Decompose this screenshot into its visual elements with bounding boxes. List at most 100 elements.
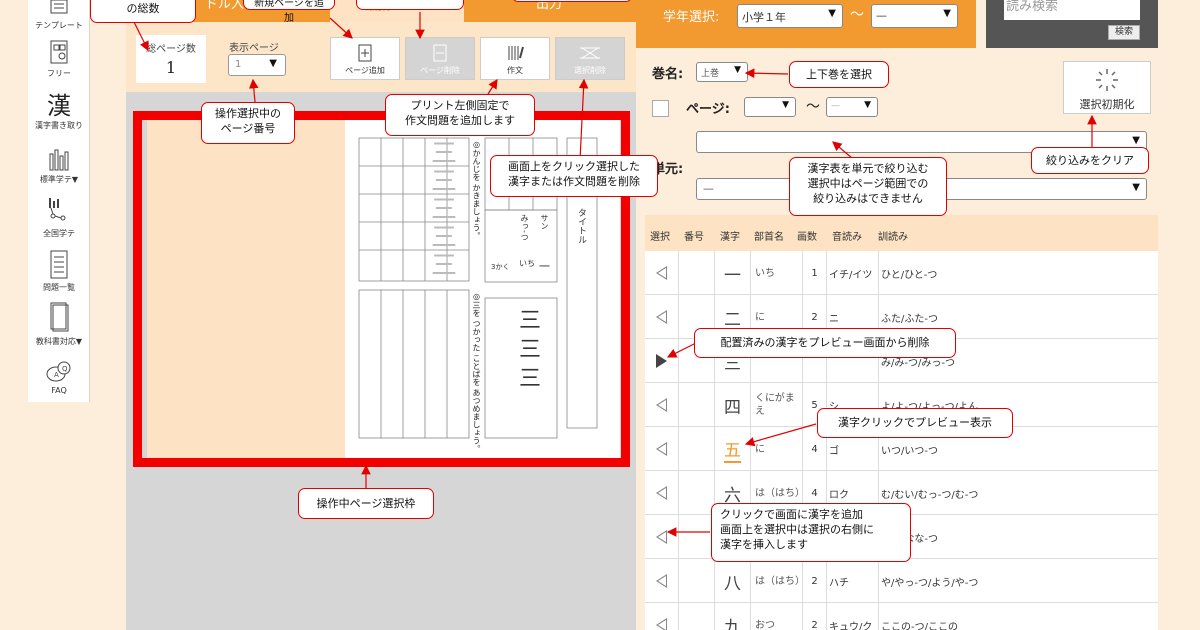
callout-page-frame: 操作中ページ選択枠 [298, 488, 434, 519]
volume-select[interactable]: 上巻 ▼ [696, 62, 748, 82]
chevron-down-icon: ▼ [1132, 135, 1140, 146]
number-cell [679, 603, 715, 630]
add-page-icon [358, 44, 372, 62]
sidebar-item-standard-test[interactable]: 標準学テ▼ [28, 146, 90, 185]
select-cell[interactable] [645, 251, 679, 295]
header-on-reading: 音読み [832, 232, 862, 243]
radical-cell: に [751, 427, 803, 471]
sidebar-item-label: 問題一覧 [43, 283, 75, 292]
select-cell[interactable] [645, 559, 679, 603]
sidebar-item-problem-list[interactable]: 問題一覧 [28, 250, 90, 293]
add-kanji-icon[interactable] [656, 266, 667, 280]
callout-edit-blank [356, 0, 464, 10]
sidebar-item-national-test[interactable]: 全国学テ [28, 196, 90, 239]
radical-cell: くにがまえ [751, 383, 803, 427]
grade-range-tilde: 〜 [850, 7, 864, 23]
page-range-checkbox[interactable] [652, 100, 669, 117]
callout-current-page: 操作選択中の ページ番号 [201, 102, 295, 144]
header-kanji: 漢字 [720, 232, 740, 243]
kanji-glyph[interactable]: 一 [724, 261, 741, 286]
kanji-glyph[interactable]: 九 [724, 613, 741, 630]
search-button[interactable]: 検索 [1108, 25, 1140, 40]
select-cell[interactable] [645, 383, 679, 427]
unit-value: — [703, 182, 714, 195]
kanji-cell[interactable]: 一 [715, 251, 751, 295]
page-from-select[interactable]: ▼ [744, 97, 796, 117]
add-page-button[interactable]: ページ追加 [330, 37, 400, 80]
table-row[interactable]: 一いち 1 イチ/イツ ひと/ひと-つ [645, 251, 1158, 295]
callout-clear-selection: 画面上をクリック選択した 漢字または作文問題を削除 [490, 155, 658, 197]
add-kanji-icon[interactable] [656, 530, 667, 544]
callout-unit-filter: 漢字表を単元で絞り込む 選択中はページ範囲での 絞り込みはできません [789, 157, 947, 216]
sidebar-item-label: 漢字書き取り [35, 121, 83, 130]
add-kanji-icon[interactable] [656, 574, 667, 588]
grade-to-select[interactable]: — ▼ [871, 4, 958, 28]
select-cell[interactable] [645, 515, 679, 559]
clear-selection-label: 選択削除 [574, 66, 606, 75]
page-to-select[interactable]: — ▼ [826, 97, 878, 117]
number-cell [679, 515, 715, 559]
left-margin [0, 0, 28, 630]
kanji-glyph[interactable]: 五 [724, 436, 741, 463]
sidebar-item-label: FAQ [51, 386, 67, 395]
display-page-select[interactable]: 1 ▼ [228, 54, 286, 76]
add-kanji-icon[interactable] [656, 398, 667, 412]
clear-selection-button[interactable]: 選択削除 [555, 37, 625, 80]
chart-line-icon [49, 198, 66, 221]
table-row[interactable]: 八は（はち） 2 ハチ や/やっ-つ/よう/や-つ [645, 559, 1158, 603]
add-kanji-icon[interactable] [656, 442, 667, 456]
reset-selection-button[interactable]: 選択初期化 [1063, 61, 1151, 114]
kun-reading-cell: む/むい/むっ-つ/む-つ [881, 489, 979, 501]
kun-reading-cell: ひと/ひと-つ [881, 269, 938, 281]
kanji-cell[interactable]: 八 [715, 559, 751, 603]
number-cell [679, 383, 715, 427]
sidebar-item-free[interactable]: フリー [28, 40, 90, 79]
select-cell[interactable] [645, 295, 679, 339]
kun-reading-cell: ここの-つ/ここの [881, 621, 958, 630]
sidebar-item-label: 全国学テ [43, 229, 75, 238]
select-cell[interactable] [645, 603, 679, 630]
grade-to-value: — [876, 9, 887, 22]
number-cell [679, 471, 715, 515]
strokes-cell: 2 [803, 559, 827, 603]
add-kanji-icon[interactable] [656, 310, 667, 324]
page-to-value: — [831, 101, 840, 111]
delete-page-button[interactable]: ページ削除 [405, 37, 475, 80]
callout-add-page: 新規ページを追加 [243, 0, 335, 24]
kanji-glyph[interactable]: 八 [724, 569, 741, 594]
total-pages-label: 総ページ数 [146, 44, 196, 55]
sidebar-item-kanji[interactable]: 漢 漢字書き取り [28, 92, 90, 131]
loading-reset-icon [1096, 69, 1118, 91]
table-row[interactable]: 九おつ 2 キュウ/ク ここの-つ/ここの [645, 603, 1158, 630]
display-page-label: 表示ページ [229, 43, 279, 54]
add-kanji-icon[interactable] [656, 486, 667, 500]
add-kanji-icon[interactable] [656, 618, 667, 630]
select-cell[interactable] [645, 427, 679, 471]
select-cell[interactable] [645, 339, 679, 383]
callout-total-pages: の総数 [90, 0, 196, 23]
callout-volume: 上下巻を選択 [789, 61, 889, 88]
add-page-label: ページ追加 [345, 66, 385, 75]
document-icon [50, 250, 68, 279]
kanji-glyph[interactable]: 四 [724, 393, 741, 418]
kanji-cell[interactable]: 九 [715, 603, 751, 630]
number-cell [679, 251, 715, 295]
reading-search-input[interactable]: 読み検索 [1004, 0, 1140, 20]
chart-icon [49, 149, 69, 171]
kanji-glyph[interactable]: 六 [724, 481, 741, 506]
kanji-glyph[interactable]: 二 [724, 305, 741, 330]
svg-text:Q: Q [62, 365, 68, 373]
grade-select[interactable]: 小学１年 ▼ [737, 4, 843, 28]
sidebar-item-textbook[interactable]: 教科書対応▼ [28, 302, 90, 347]
placed-marker-icon[interactable] [656, 354, 667, 368]
sidebar-item-template[interactable]: テンプレート [28, 0, 90, 31]
tab-folder[interactable]: ドル入 [205, 0, 245, 12]
sidebar-bottom [28, 402, 90, 630]
header-radical: 部首名 [754, 232, 784, 243]
sidebar-item-faq[interactable]: AQ FAQ [28, 360, 90, 395]
kanji-cell[interactable]: 四 [715, 383, 751, 427]
composition-button[interactable]: 作文 [480, 37, 550, 80]
kanji-cell[interactable]: 五 [715, 427, 751, 471]
select-cell[interactable] [645, 471, 679, 515]
svg-text:A: A [54, 371, 59, 379]
